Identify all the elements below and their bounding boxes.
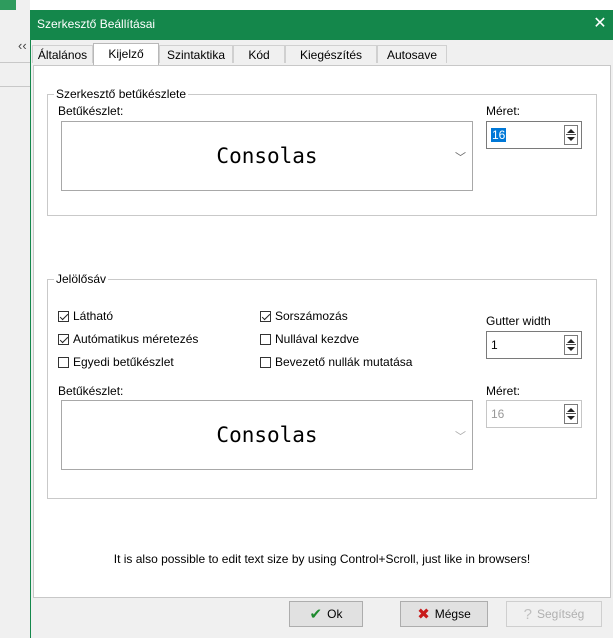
close-icon[interactable]: ✕ — [591, 14, 609, 34]
dialog-title: Szerkesztő Beállításai — [37, 17, 156, 31]
checkbox-automatikus-meretezes[interactable]: Autómatikus méretezés — [58, 331, 198, 347]
help-label: Segítség — [536, 607, 585, 621]
checkbox-unchecked-icon[interactable] — [58, 356, 69, 368]
background-divider — [0, 86, 30, 87]
help-icon: ? — [523, 605, 532, 623]
tab-autosave[interactable]: Autosave — [377, 45, 447, 63]
checkbox-checked-icon[interactable] — [260, 310, 271, 322]
tab-kiegeszites[interactable]: Kiegészítés — [285, 45, 377, 63]
tab-kijelzo[interactable]: Kijelző — [93, 43, 159, 65]
gutter-width-value[interactable]: 1 — [491, 338, 498, 352]
checkbox-checked-icon[interactable] — [58, 310, 69, 322]
x-icon: ✖ — [417, 605, 430, 623]
check-icon: ✔ — [309, 605, 323, 623]
settings-dialog: Szerkesztő Beállításai ✕ Általános Kijel… — [30, 10, 613, 638]
checkbox-lathato[interactable]: Látható — [58, 308, 113, 324]
editor-size-label: Méret: — [486, 104, 521, 118]
gutter-width-label: Gutter width — [486, 314, 551, 328]
spinner-arrows-icon[interactable] — [564, 335, 578, 355]
spinner-arrows-icon[interactable] — [564, 125, 578, 145]
gutter-font-label: Betűkészlet: — [58, 384, 124, 398]
editor-font-label: Betűkészlet: — [58, 104, 124, 118]
checkbox-sorszamozas[interactable]: Sorszámozás — [260, 308, 348, 324]
tab-szintaktika[interactable]: Szintaktika — [159, 45, 233, 63]
checkbox-nullaval-kezdve[interactable]: Nullával kezdve — [260, 331, 359, 347]
checkbox-label: Nullával kezdve — [275, 332, 360, 346]
hint-text: It is also possible to edit text size by… — [113, 552, 531, 566]
gutter-size-label: Méret: — [486, 384, 521, 398]
tab-altalanos[interactable]: Általános — [32, 45, 93, 63]
background-glyph: ‹‹ — [18, 38, 27, 53]
help-button[interactable]: ? Segítség — [506, 601, 602, 627]
checkbox-label: Sorszámozás — [275, 309, 348, 323]
editor-font-select[interactable]: Consolas ﹀ — [61, 121, 473, 191]
gutter-width-spinner[interactable]: 1 — [486, 331, 582, 359]
checkbox-label: Egyedi betűkészlet — [73, 355, 174, 369]
ok-label: Ok — [327, 607, 343, 621]
editor-size-spinner[interactable]: 16 — [486, 121, 582, 149]
checkbox-checked-icon[interactable] — [58, 333, 69, 345]
gutter-font-select[interactable]: Consolas ﹀ — [61, 400, 473, 470]
gutter-font-value: Consolas — [216, 423, 318, 447]
checkbox-egyedi-betukeszlet[interactable]: Egyedi betűkészlet — [58, 354, 174, 370]
spinner-arrows-icon[interactable] — [564, 404, 578, 424]
ok-button[interactable]: ✔ Ok — [289, 601, 363, 627]
background-divider — [0, 62, 30, 63]
background-app: ‹‹ — [0, 0, 30, 638]
chevron-down-icon: ﹀ — [455, 431, 466, 443]
gutter-size-spinner[interactable]: 16 — [486, 400, 582, 428]
tab-strip: Általános Kijelző Szintaktika Kód Kiegés… — [31, 43, 613, 65]
gutter-size-value[interactable]: 16 — [491, 407, 504, 421]
checkbox-bevezeto-nullak[interactable]: Bevezető nullák mutatása — [260, 354, 412, 370]
checkbox-label: Bevezető nullák mutatása — [275, 355, 413, 369]
gutter-legend: Jelölősáv — [54, 272, 109, 286]
background-app-icon — [0, 0, 16, 10]
chevron-down-icon: ﹀ — [455, 152, 466, 164]
checkbox-unchecked-icon[interactable] — [260, 333, 271, 345]
checkbox-label: Látható — [73, 309, 114, 323]
checkbox-unchecked-icon[interactable] — [260, 356, 271, 368]
tab-kod[interactable]: Kód — [233, 45, 285, 63]
checkbox-label: Autómatikus méretezés — [73, 332, 199, 346]
cancel-label: Mégse — [434, 607, 471, 621]
cancel-button[interactable]: ✖ Mégse — [400, 601, 488, 627]
tab-panel-kijelzo: Szerkesztő betűkészlete Betűkészlet: Con… — [33, 65, 611, 598]
editor-size-value[interactable]: 16 — [491, 128, 507, 142]
title-bar: Szerkesztő Beállításai ✕ — [31, 10, 613, 40]
editor-font-value: Consolas — [216, 144, 318, 168]
editor-font-legend: Szerkesztő betűkészlete — [54, 87, 189, 101]
